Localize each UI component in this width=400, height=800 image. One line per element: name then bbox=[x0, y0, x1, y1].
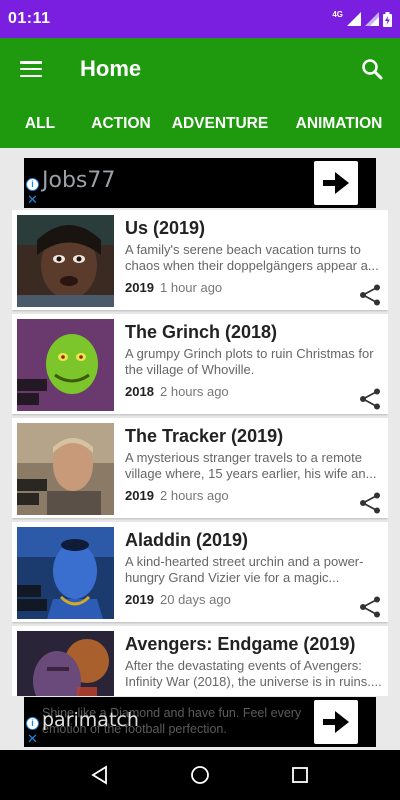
info-icon[interactable]: i bbox=[26, 717, 39, 730]
home-button[interactable] bbox=[150, 765, 250, 785]
search-icon[interactable] bbox=[360, 57, 384, 81]
close-icon[interactable]: ✕ bbox=[27, 732, 38, 745]
recents-icon bbox=[292, 767, 308, 783]
ad-brand: parimatch bbox=[42, 709, 139, 731]
info-icon[interactable]: i bbox=[26, 178, 39, 191]
network-label: 4G bbox=[332, 9, 343, 19]
movie-description: A mysterious stranger travels to a remot… bbox=[125, 450, 377, 481]
recents-button[interactable] bbox=[250, 766, 350, 784]
system-nav-bar bbox=[0, 750, 400, 800]
movie-year: 2018 bbox=[125, 384, 154, 399]
movie-title: The Grinch (2018) bbox=[125, 322, 278, 342]
signal-icon bbox=[347, 12, 361, 26]
movie-timestamp: 2 hours ago bbox=[160, 384, 229, 399]
list-item[interactable]: Us (2019) A family's serene beach vacati… bbox=[12, 210, 388, 310]
movie-thumbnail bbox=[17, 423, 114, 515]
banner-ad-bottom[interactable]: i ✕ Shine like a Diamond and have fun. F… bbox=[24, 697, 376, 747]
movie-year: 2019 bbox=[125, 592, 154, 607]
ad-go-button[interactable] bbox=[314, 161, 358, 205]
list-item[interactable]: The Grinch (2018) A grumpy Grinch plots … bbox=[12, 314, 388, 414]
movie-description: After the devastating events of Avengers… bbox=[125, 658, 382, 689]
movie-timestamp: 20 days ago bbox=[160, 592, 231, 607]
share-icon[interactable] bbox=[358, 387, 382, 411]
menu-icon[interactable] bbox=[20, 61, 42, 77]
back-icon bbox=[91, 765, 107, 785]
back-button[interactable] bbox=[50, 765, 150, 785]
share-icon[interactable] bbox=[358, 283, 382, 307]
status-bar: 01:11 4G bbox=[0, 0, 400, 38]
movie-timestamp: 1 hour ago bbox=[160, 280, 223, 295]
ad-brand: Jobs77 bbox=[42, 168, 116, 193]
movie-title: The Tracker (2019) bbox=[125, 426, 284, 446]
tab-action[interactable]: ACTION bbox=[80, 115, 162, 133]
list-item[interactable]: Aladdin (2019) A kind-hearted street urc… bbox=[12, 522, 388, 622]
status-icons: 4G bbox=[332, 9, 392, 27]
movie-description: A kind-hearted street urchin and a power… bbox=[125, 554, 364, 585]
tab-adventure[interactable]: ADVENTURE bbox=[162, 115, 278, 133]
movie-thumbnail bbox=[17, 215, 114, 307]
movie-title: Us (2019) bbox=[125, 218, 206, 238]
app-bar: Home bbox=[0, 38, 400, 100]
share-icon[interactable] bbox=[358, 491, 382, 515]
movie-description: A family's serene beach vacation turns t… bbox=[125, 242, 379, 273]
list-item[interactable]: The Tracker (2019) A mysterious stranger… bbox=[12, 418, 388, 518]
status-time: 01:11 bbox=[8, 10, 51, 27]
arrow-right-icon bbox=[323, 711, 349, 733]
tab-animation[interactable]: ANIMATION bbox=[278, 115, 400, 133]
movie-year: 2019 bbox=[125, 488, 154, 503]
arrow-right-icon bbox=[323, 172, 349, 194]
category-tabs: ALL ACTION ADVENTURE ANIMATION bbox=[0, 100, 400, 148]
movie-thumbnail bbox=[17, 319, 114, 411]
ad-go-button[interactable] bbox=[314, 700, 358, 744]
home-icon bbox=[191, 766, 209, 784]
tab-all[interactable]: ALL bbox=[0, 115, 80, 133]
signal-icon bbox=[365, 12, 379, 26]
page-title: Home bbox=[80, 56, 142, 81]
battery-icon bbox=[383, 11, 392, 27]
movie-title: Avengers: Endgame (2019) bbox=[125, 634, 356, 654]
banner-ad-top[interactable]: i ✕ Jobs77 bbox=[24, 158, 376, 208]
movie-thumbnail bbox=[17, 631, 114, 696]
close-icon[interactable]: ✕ bbox=[27, 193, 38, 206]
share-icon[interactable] bbox=[358, 595, 382, 619]
list-item[interactable]: Avengers: Endgame (2019) After the devas… bbox=[12, 626, 388, 696]
movie-list: Us (2019) A family's serene beach vacati… bbox=[12, 210, 388, 696]
movie-thumbnail bbox=[17, 527, 114, 619]
movie-year: 2019 bbox=[125, 280, 154, 295]
movie-timestamp: 2 hours ago bbox=[160, 488, 229, 503]
movie-title: Aladdin (2019) bbox=[125, 530, 249, 550]
movie-description: A grumpy Grinch plots to ruin Christmas … bbox=[125, 346, 374, 377]
